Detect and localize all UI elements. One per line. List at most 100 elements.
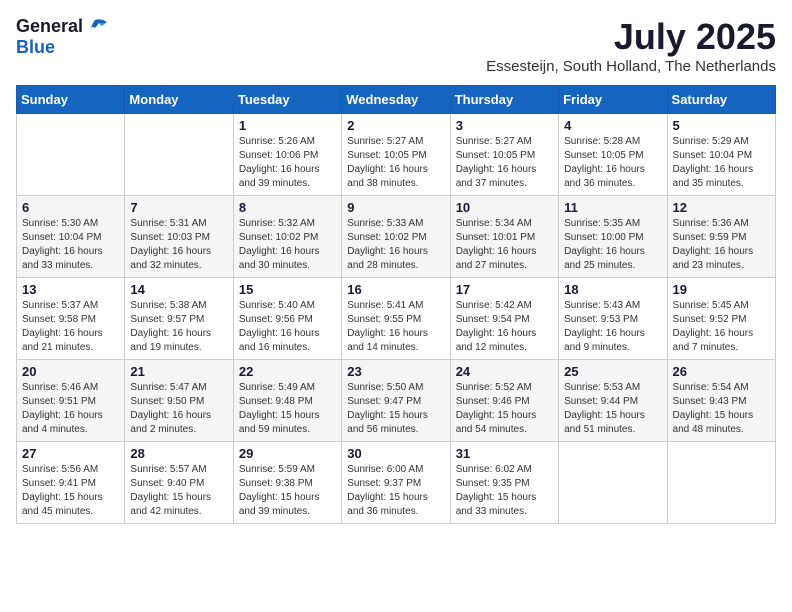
day-number: 25 [564, 364, 661, 379]
day-number: 22 [239, 364, 336, 379]
calendar-cell: 7 Sunrise: 5:31 AM Sunset: 10:03 PM Dayli… [125, 196, 233, 278]
calendar-cell: 11 Sunrise: 5:35 AM Sunset: 10:00 PM Dayl… [559, 196, 667, 278]
calendar-cell: 10 Sunrise: 5:34 AM Sunset: 10:01 PM Dayl… [450, 196, 558, 278]
day-number: 20 [22, 364, 119, 379]
day-info: Sunrise: 5:57 AM Sunset: 9:40 PM Dayligh… [130, 463, 227, 519]
calendar-cell [667, 442, 775, 524]
day-number: 21 [130, 364, 227, 379]
calendar-week-row: 20Sunrise: 5:46 AM Sunset: 9:51 PM Dayli… [17, 360, 776, 442]
day-info: Sunrise: 5:28 AM Sunset: 10:05 PM Daylig… [564, 135, 661, 191]
logo-bird-icon [87, 18, 109, 36]
calendar-table: SundayMondayTuesdayWednesdayThursdayFrid… [16, 85, 776, 524]
calendar-cell: 8Sunrise: 5:32 AM Sunset: 10:02 PM Dayli… [233, 196, 341, 278]
calendar-cell: 3 Sunrise: 5:27 AM Sunset: 10:05 PM Dayli… [450, 114, 558, 196]
day-number: 7 [130, 200, 227, 215]
day-info: Sunrise: 5:29 AM Sunset: 10:04 PM Daylig… [673, 135, 770, 191]
day-number: 9 [347, 200, 444, 215]
day-number: 31 [456, 446, 553, 461]
calendar-header-row: SundayMondayTuesdayWednesdayThursdayFrid… [17, 86, 776, 114]
calendar-cell [125, 114, 233, 196]
day-info: Sunrise: 5:43 AM Sunset: 9:53 PM Dayligh… [564, 299, 661, 355]
day-number: 6 [22, 200, 119, 215]
calendar-cell: 25 Sunrise: 5:53 AM Sunset: 9:44 PM Dayli… [559, 360, 667, 442]
day-number: 30 [347, 446, 444, 461]
calendar-cell: 12 Sunrise: 5:36 AM Sunset: 9:59 PM Dayli… [667, 196, 775, 278]
day-number: 19 [673, 282, 770, 297]
day-info: Sunrise: 5:47 AM Sunset: 9:50 PM Dayligh… [130, 381, 227, 437]
weekday-header: Tuesday [233, 86, 341, 114]
weekday-header: Saturday [667, 86, 775, 114]
calendar-cell: 23 Sunrise: 5:50 AM Sunset: 9:47 PM Dayli… [342, 360, 450, 442]
day-info: Sunrise: 5:34 AM Sunset: 10:01 PM Daylig… [456, 217, 553, 273]
calendar-cell: 5 Sunrise: 5:29 AM Sunset: 10:04 PM Dayli… [667, 114, 775, 196]
calendar-cell [17, 114, 125, 196]
day-info: Sunrise: 6:00 AM Sunset: 9:37 PM Dayligh… [347, 463, 444, 519]
day-info: Sunrise: 5:41 AM Sunset: 9:55 PM Dayligh… [347, 299, 444, 355]
calendar-cell: 14Sunrise: 5:38 AM Sunset: 9:57 PM Dayli… [125, 278, 233, 360]
calendar-cell: 20Sunrise: 5:46 AM Sunset: 9:51 PM Dayli… [17, 360, 125, 442]
calendar-cell: 9 Sunrise: 5:33 AM Sunset: 10:02 PM Dayli… [342, 196, 450, 278]
day-number: 13 [22, 282, 119, 297]
day-number: 28 [130, 446, 227, 461]
day-number: 12 [673, 200, 770, 215]
day-info: Sunrise: 5:56 AM Sunset: 9:41 PM Dayligh… [22, 463, 119, 519]
calendar-cell: 24Sunrise: 5:52 AM Sunset: 9:46 PM Dayli… [450, 360, 558, 442]
day-info: Sunrise: 5:26 AM Sunset: 10:06 PM Daylig… [239, 135, 336, 191]
day-info: Sunrise: 5:52 AM Sunset: 9:46 PM Dayligh… [456, 381, 553, 437]
day-number: 16 [347, 282, 444, 297]
calendar-cell: 2Sunrise: 5:27 AM Sunset: 10:05 PM Dayli… [342, 114, 450, 196]
calendar-cell: 27Sunrise: 5:56 AM Sunset: 9:41 PM Dayli… [17, 442, 125, 524]
day-info: Sunrise: 5:35 AM Sunset: 10:00 PM Daylig… [564, 217, 661, 273]
calendar-cell: 15 Sunrise: 5:40 AM Sunset: 9:56 PM Dayli… [233, 278, 341, 360]
calendar-cell: 29 Sunrise: 5:59 AM Sunset: 9:38 PM Dayli… [233, 442, 341, 524]
day-info: Sunrise: 5:59 AM Sunset: 9:38 PM Dayligh… [239, 463, 336, 519]
weekday-header: Monday [125, 86, 233, 114]
calendar-cell: 4 Sunrise: 5:28 AM Sunset: 10:05 PM Dayli… [559, 114, 667, 196]
calendar-week-row: 6 Sunrise: 5:30 AM Sunset: 10:04 PM Dayli… [17, 196, 776, 278]
day-number: 1 [239, 118, 336, 133]
month-title: July 2025 [486, 16, 776, 58]
day-info: Sunrise: 5:27 AM Sunset: 10:05 PM Daylig… [456, 135, 553, 191]
day-info: Sunrise: 5:40 AM Sunset: 9:56 PM Dayligh… [239, 299, 336, 355]
day-number: 17 [456, 282, 553, 297]
calendar-cell: 22Sunrise: 5:49 AM Sunset: 9:48 PM Dayli… [233, 360, 341, 442]
calendar-cell: 1 Sunrise: 5:26 AM Sunset: 10:06 PM Dayli… [233, 114, 341, 196]
weekday-header: Thursday [450, 86, 558, 114]
calendar-cell: 6 Sunrise: 5:30 AM Sunset: 10:04 PM Dayli… [17, 196, 125, 278]
calendar-cell: 16 Sunrise: 5:41 AM Sunset: 9:55 PM Dayli… [342, 278, 450, 360]
day-number: 10 [456, 200, 553, 215]
day-number: 8 [239, 200, 336, 215]
calendar-week-row: 1 Sunrise: 5:26 AM Sunset: 10:06 PM Dayli… [17, 114, 776, 196]
day-number: 18 [564, 282, 661, 297]
calendar-cell: 26Sunrise: 5:54 AM Sunset: 9:43 PM Dayli… [667, 360, 775, 442]
day-info: Sunrise: 6:02 AM Sunset: 9:35 PM Dayligh… [456, 463, 553, 519]
day-number: 23 [347, 364, 444, 379]
day-number: 26 [673, 364, 770, 379]
calendar-cell: 18 Sunrise: 5:43 AM Sunset: 9:53 PM Dayli… [559, 278, 667, 360]
day-info: Sunrise: 5:53 AM Sunset: 9:44 PM Dayligh… [564, 381, 661, 437]
calendar-week-row: 27Sunrise: 5:56 AM Sunset: 9:41 PM Dayli… [17, 442, 776, 524]
day-number: 29 [239, 446, 336, 461]
day-info: Sunrise: 5:45 AM Sunset: 9:52 PM Dayligh… [673, 299, 770, 355]
day-number: 11 [564, 200, 661, 215]
day-info: Sunrise: 5:50 AM Sunset: 9:47 PM Dayligh… [347, 381, 444, 437]
calendar-week-row: 13 Sunrise: 5:37 AM Sunset: 9:58 PM Dayli… [17, 278, 776, 360]
day-number: 5 [673, 118, 770, 133]
calendar-cell: 28 Sunrise: 5:57 AM Sunset: 9:40 PM Dayli… [125, 442, 233, 524]
day-info: Sunrise: 5:37 AM Sunset: 9:58 PM Dayligh… [22, 299, 119, 355]
day-info: Sunrise: 5:36 AM Sunset: 9:59 PM Dayligh… [673, 217, 770, 273]
calendar-cell: 13 Sunrise: 5:37 AM Sunset: 9:58 PM Dayli… [17, 278, 125, 360]
day-info: Sunrise: 5:30 AM Sunset: 10:04 PM Daylig… [22, 217, 119, 273]
calendar-cell: 19 Sunrise: 5:45 AM Sunset: 9:52 PM Dayli… [667, 278, 775, 360]
day-number: 3 [456, 118, 553, 133]
calendar-cell: 31 Sunrise: 6:02 AM Sunset: 9:35 PM Dayli… [450, 442, 558, 524]
location: Essesteijn, South Holland, The Netherlan… [486, 58, 776, 75]
day-info: Sunrise: 5:31 AM Sunset: 10:03 PM Daylig… [130, 217, 227, 273]
day-number: 14 [130, 282, 227, 297]
day-info: Sunrise: 5:33 AM Sunset: 10:02 PM Daylig… [347, 217, 444, 273]
day-number: 15 [239, 282, 336, 297]
calendar-cell: 17Sunrise: 5:42 AM Sunset: 9:54 PM Dayli… [450, 278, 558, 360]
page-header: General Blue July 2025 Essesteijn, South… [16, 16, 776, 75]
logo-blue: Blue [16, 37, 55, 57]
day-number: 4 [564, 118, 661, 133]
